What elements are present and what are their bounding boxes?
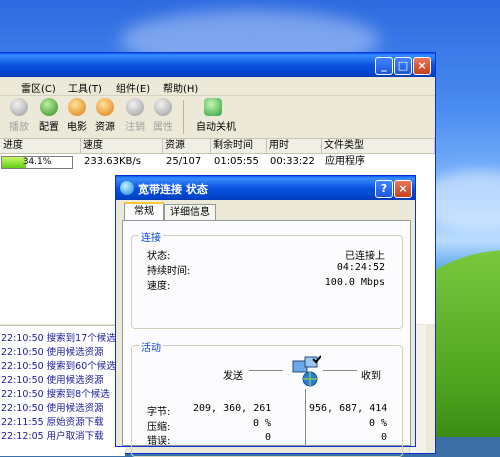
- resource-icon: [96, 98, 114, 116]
- minimize-button[interactable]: _: [375, 57, 393, 75]
- auto-shutdown-button[interactable]: 自动关机: [196, 98, 236, 133]
- tab-details[interactable]: 详细信息: [164, 204, 216, 221]
- speed-cell: 233.63KB/s: [84, 156, 141, 167]
- tool-label: 属性: [153, 122, 173, 133]
- play-icon: [10, 98, 28, 116]
- sent-label: 发送: [223, 371, 243, 382]
- menu-bar: 雷区(C) 工具(T) 组件(E) 帮助(H): [0, 77, 435, 96]
- config-icon: [40, 98, 58, 116]
- table-row[interactable]: 34.1% 233.63KB/s 25/107 01:05:55 00:33:2…: [0, 154, 435, 170]
- dialog-title: 宽带连接 状态: [138, 183, 208, 196]
- compression-label: 压缩:: [147, 422, 171, 433]
- duration-label: 持续时间:: [147, 266, 191, 277]
- resources-cell: 25/107: [166, 156, 202, 167]
- menu-item[interactable]: 帮助(H): [163, 80, 198, 95]
- logout-icon: [126, 98, 144, 116]
- bytes-label: 字节:: [147, 407, 171, 418]
- connection-status-dialog: 宽带连接 状态 ? × 常规 详细信息 连接 状态: 已连接上 持续时间: 04…: [115, 175, 416, 457]
- logout-button[interactable]: 注销: [121, 98, 149, 133]
- log-line: 22:11:55 原始资源下载: [1, 417, 104, 428]
- column-header-remaining[interactable]: 剩余时间: [211, 139, 267, 153]
- speed-label: 速度:: [147, 281, 171, 292]
- file-type-cell: 应用程序: [325, 156, 365, 167]
- menu-item[interactable]: 组件(E): [116, 80, 150, 95]
- dialog-titlebar[interactable]: 宽带连接 状态 ? ×: [116, 176, 415, 200]
- speed-value: 100.0 Mbps: [324, 277, 385, 288]
- config-button[interactable]: 配置: [35, 98, 63, 133]
- received-label: 收到: [361, 371, 381, 382]
- tool-label: 播放: [9, 122, 29, 133]
- tool-label: 自动关机: [196, 122, 236, 133]
- column-header-resources[interactable]: 资源: [163, 139, 211, 153]
- log-line: 22:12:05 用户取消下载: [1, 431, 104, 442]
- network-icon: [120, 181, 134, 195]
- properties-button[interactable]: 属性: [149, 98, 177, 133]
- resource-button[interactable]: 资源: [91, 98, 119, 133]
- compression-received-value: 0 %: [368, 418, 387, 429]
- log-line: 22:10:50 使用候选资源: [1, 375, 104, 386]
- log-line: 22:10:50 搜索到17个候选: [1, 333, 116, 344]
- toolbar-separator: [183, 100, 184, 134]
- column-header-elapsed[interactable]: 用时: [267, 139, 322, 153]
- dialog-close-button[interactable]: ×: [394, 180, 412, 198]
- menu-item[interactable]: 雷区(C): [21, 80, 56, 95]
- column-header-progress[interactable]: 进度: [1, 139, 81, 153]
- tool-label: 注销: [125, 122, 145, 133]
- group-label: 连接: [139, 229, 163, 244]
- log-line: 22:10:50 使用候选资源: [1, 403, 104, 414]
- tab-panel: 连接 状态: 已连接上 持续时间: 04:24:52 速度: 100.0 Mbp…: [122, 220, 411, 457]
- tool-label: 电影: [67, 122, 87, 133]
- status-label: 状态:: [147, 251, 171, 262]
- progress-bar: 34.1%: [1, 156, 73, 169]
- bytes-received-value: 956, 687, 414: [309, 403, 388, 414]
- properties-icon: [154, 98, 172, 116]
- group-label: 活动: [139, 339, 163, 354]
- log-line: 22:10:50 搜索到60个候选: [1, 361, 116, 372]
- maximize-button[interactable]: □: [394, 57, 412, 75]
- column-header-speed[interactable]: 速度: [81, 139, 163, 153]
- errors-sent-value: 0: [264, 432, 271, 443]
- errors-received-value: 0: [380, 432, 387, 443]
- tool-label: 配置: [39, 122, 59, 133]
- log-panel: 22:10:50 搜索到17个候选 22:10:50 使用候选资源 22:10:…: [0, 325, 125, 456]
- auto-shutdown-icon: [204, 98, 222, 116]
- compression-sent-value: 0 %: [252, 418, 271, 429]
- bytes-sent-value: 209, 360, 261: [193, 403, 272, 414]
- elapsed-cell: 00:33:22: [270, 156, 315, 167]
- list-header: 进度 速度 资源 剩余时间 用时 文件类型: [0, 139, 435, 154]
- sent-line: [249, 370, 283, 371]
- movie-button[interactable]: 电影: [63, 98, 91, 133]
- main-titlebar[interactable]: _ □ ×: [0, 53, 435, 77]
- close-button[interactable]: ×: [413, 57, 431, 75]
- network-activity-icon: [291, 355, 322, 387]
- log-line: 22:10:50 搜索到8个候选: [1, 389, 110, 400]
- received-line: [323, 370, 357, 371]
- tab-general[interactable]: 常规: [124, 202, 164, 222]
- menu-item[interactable]: 工具(T): [68, 80, 102, 95]
- status-value: 已连接上: [345, 251, 385, 262]
- tool-label: 资源: [95, 122, 115, 133]
- help-button[interactable]: ?: [375, 180, 393, 198]
- movie-icon: [68, 98, 86, 116]
- toolbar: 播放 配置 电影 资源 注销 属性 自动关机: [0, 96, 435, 139]
- column-header-file-type[interactable]: 文件类型: [322, 139, 435, 153]
- play-button[interactable]: 播放: [5, 98, 33, 133]
- duration-value: 04:24:52: [336, 262, 385, 273]
- log-line: 22:10:50 使用候选资源: [1, 347, 104, 358]
- remaining-cell: 01:05:55: [214, 156, 259, 167]
- progress-text: 34.1%: [22, 157, 52, 167]
- errors-label: 错误:: [147, 436, 171, 447]
